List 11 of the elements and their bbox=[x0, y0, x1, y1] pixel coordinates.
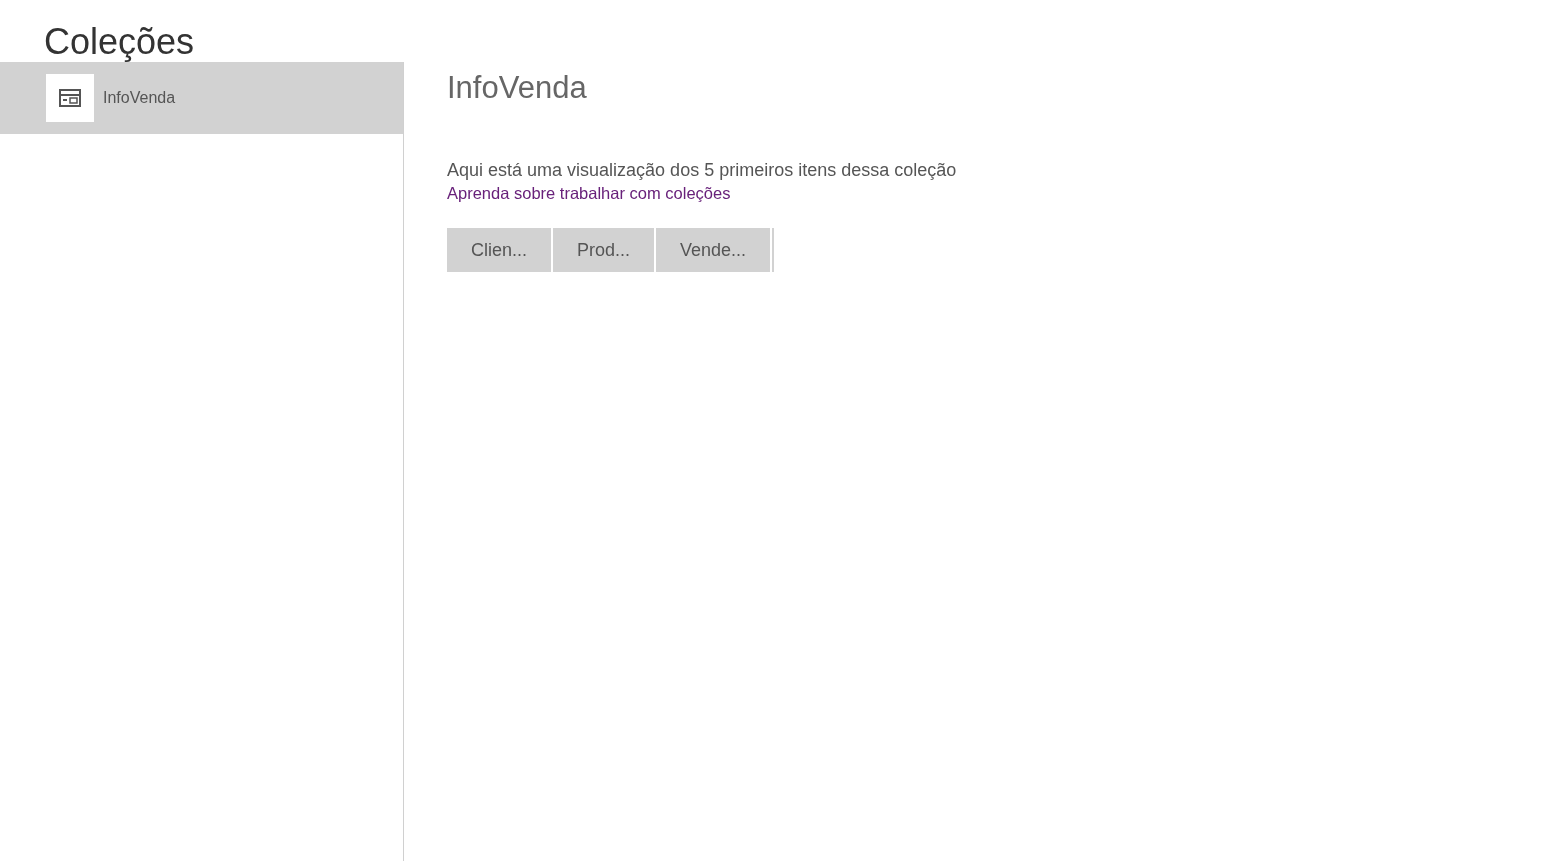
collection-heading: InfoVenda bbox=[447, 69, 587, 107]
help-link[interactable]: Aprenda sobre trabalhar com coleções bbox=[447, 182, 731, 204]
column-header: Clien... bbox=[447, 228, 552, 272]
collection-item[interactable]: InfoVenda bbox=[0, 62, 403, 134]
page-title: Coleções bbox=[43, 20, 196, 62]
column-header: Vende... bbox=[656, 228, 771, 272]
column-header: Prod... bbox=[553, 228, 655, 272]
table-icon bbox=[59, 89, 81, 107]
collection-name: InfoVenda bbox=[103, 89, 176, 107]
column-header-edge bbox=[772, 228, 775, 272]
preview-description: Aqui está uma visualização dos 5 primeiros itens dessa coleção bbox=[447, 159, 957, 182]
